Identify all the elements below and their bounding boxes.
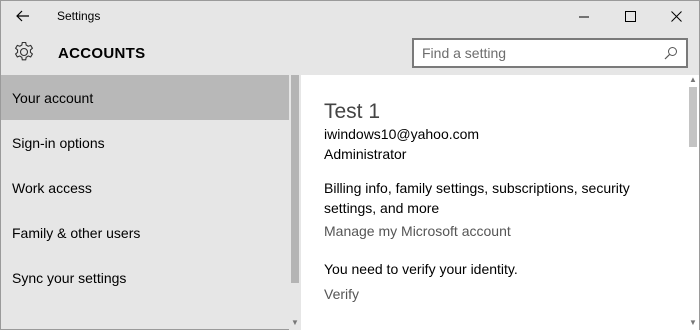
sidebar-scroll-thumb[interactable] bbox=[291, 75, 299, 283]
user-name: Test 1 bbox=[324, 100, 381, 123]
verify-identity-message: You need to verify your identity. bbox=[324, 261, 518, 277]
search-input[interactable] bbox=[414, 44, 660, 62]
main-content: Test 1 iwindows10@yahoo.com Administrato… bbox=[301, 75, 687, 330]
manage-account-link[interactable]: Manage my Microsoft account bbox=[324, 223, 511, 239]
sidebar-item-label: Work access bbox=[12, 179, 92, 196]
minimize-icon bbox=[578, 16, 589, 17]
sidebar-item-label: Sign-in options bbox=[12, 134, 105, 151]
title-bar: Settings bbox=[1, 1, 699, 31]
sidebar: Your account Sign-in options Work access… bbox=[1, 75, 289, 330]
user-role: Administrator bbox=[324, 146, 407, 162]
content-scrollbar[interactable]: ▲ ▼ bbox=[687, 75, 699, 330]
sidebar-item-family-other-users[interactable]: Family & other users bbox=[1, 210, 289, 255]
verify-link[interactable]: Verify bbox=[324, 286, 359, 302]
window-title: Settings bbox=[57, 9, 101, 23]
sidebar-item-sync-settings[interactable]: Sync your settings bbox=[1, 255, 289, 300]
sidebar-scrollbar[interactable]: ▼ bbox=[289, 75, 301, 330]
scroll-down-icon[interactable]: ▼ bbox=[291, 318, 299, 327]
window-controls bbox=[561, 1, 699, 31]
search-icon[interactable] bbox=[660, 42, 682, 64]
back-button[interactable] bbox=[1, 1, 45, 31]
maximize-icon bbox=[624, 10, 636, 22]
user-email: iwindows10@yahoo.com bbox=[324, 126, 480, 142]
sidebar-item-your-account[interactable]: Your account bbox=[1, 75, 289, 120]
minimize-button[interactable] bbox=[561, 1, 607, 31]
search-box[interactable] bbox=[412, 38, 688, 68]
settings-window: Settings ACCOUNTS Find a setting Your ac… bbox=[0, 0, 700, 330]
section-title: ACCOUNTS bbox=[58, 45, 146, 62]
sidebar-item-work-access[interactable]: Work access bbox=[1, 165, 289, 210]
content-scroll-thumb[interactable] bbox=[689, 87, 697, 147]
back-arrow-icon bbox=[16, 10, 29, 22]
scroll-down-icon[interactable]: ▼ bbox=[689, 318, 697, 327]
scroll-up-icon[interactable]: ▲ bbox=[689, 75, 697, 84]
billing-description: Billing info, family settings, subscript… bbox=[324, 180, 630, 216]
gear-icon bbox=[14, 41, 34, 61]
maximize-button[interactable] bbox=[607, 1, 653, 31]
page-header: ACCOUNTS bbox=[1, 35, 699, 75]
sidebar-item-sign-in-options[interactable]: Sign-in options bbox=[1, 120, 289, 165]
close-icon bbox=[670, 10, 682, 22]
sidebar-item-label: Sync your settings bbox=[12, 269, 127, 286]
sidebar-item-label: Family & other users bbox=[12, 224, 141, 241]
sidebar-item-label: Your account bbox=[12, 89, 94, 106]
close-button[interactable] bbox=[653, 1, 699, 31]
